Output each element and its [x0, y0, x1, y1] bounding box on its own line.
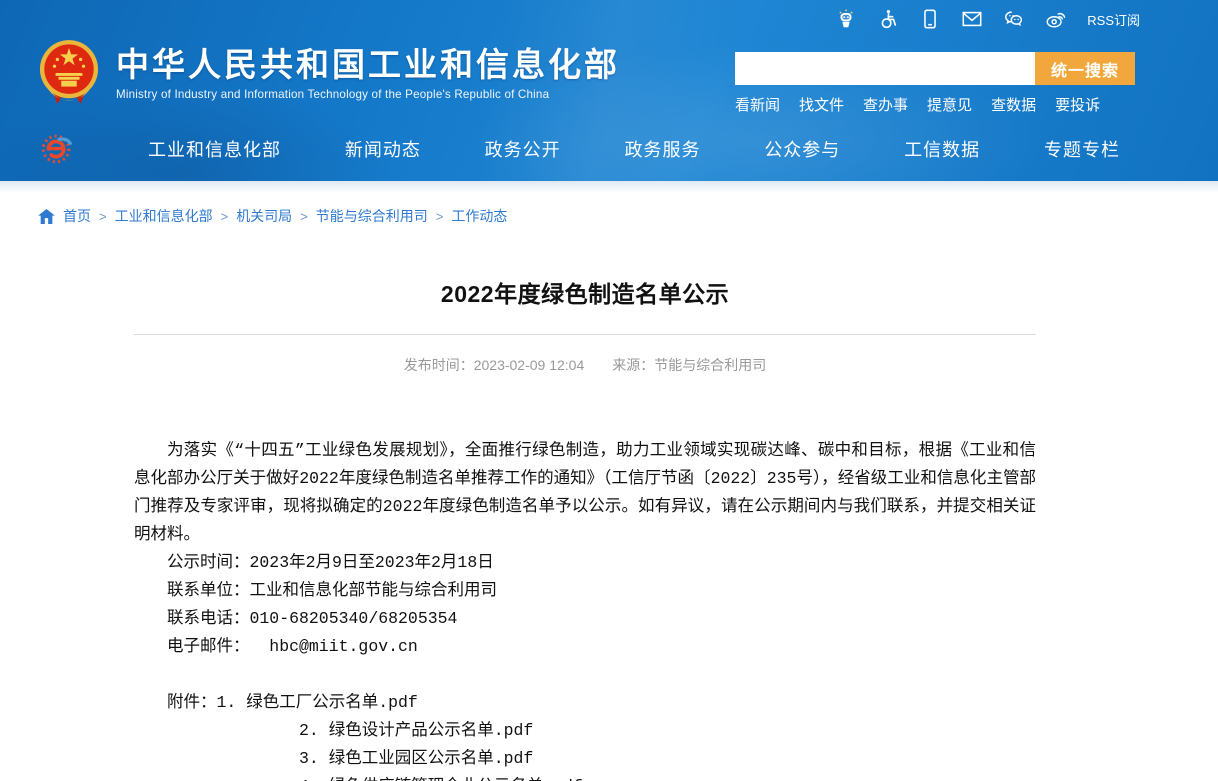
quick-link[interactable]: 要投诉	[1055, 94, 1100, 115]
publish-time-value: 2023-02-09 12:04	[474, 357, 585, 373]
attachment-link[interactable]: 3. 绿色工业园区公示名单.pdf	[299, 745, 1036, 773]
info-line: 公示时间：2023年2月9日至2023年2月18日	[167, 549, 1036, 577]
attachment-link[interactable]: 4. 绿色供应链管理企业公示名单.pdf	[299, 773, 1036, 781]
article: 2022年度绿色制造名单公示 发布时间：2023-02-09 12:04 来源：节…	[134, 275, 1036, 781]
breadcrumb-item[interactable]: 机关司局	[236, 206, 292, 226]
attachment-link[interactable]: 2. 绿色设计产品公示名单.pdf	[299, 717, 1036, 745]
breadcrumb-segment: > 机关司局	[213, 206, 293, 226]
breadcrumb-separator: >	[300, 209, 308, 224]
national-emblem-logo	[38, 38, 100, 108]
info-line: 电子邮件： hbc@miit.gov.cn	[167, 633, 1036, 661]
quick-link[interactable]: 提意见	[927, 94, 972, 115]
quick-link[interactable]: 看新闻	[735, 94, 780, 115]
mail-icon[interactable]	[961, 8, 983, 30]
nav-item[interactable]: 专题专栏	[1044, 136, 1120, 162]
quick-link[interactable]: 查数据	[991, 94, 1036, 115]
breadcrumb-item[interactable]: 节能与综合利用司	[316, 206, 428, 226]
attachment-link[interactable]: 1. 绿色工厂公示名单.pdf	[217, 693, 418, 712]
contact-info: 公示时间：2023年2月9日至2023年2月18日联系单位：工业和信息化部节能与…	[134, 549, 1036, 661]
nav-item[interactable]: 政务服务	[624, 136, 700, 162]
info-line: 联系单位：工业和信息化部节能与综合利用司	[167, 577, 1036, 605]
ai-assistant-icon[interactable]	[835, 8, 857, 30]
nav-item[interactable]: 政务公开	[485, 136, 561, 162]
publish-time-label: 发布时间：	[404, 357, 474, 373]
breadcrumb-trail: > 工业和信息化部 > 机关司局 > 节能与综合利用司 > 工作动态	[91, 206, 507, 226]
nav-item[interactable]: 新闻动态	[345, 136, 421, 162]
attachments: 附件：1. 绿色工厂公示名单.pdf 2. 绿色设计产品公示名单.pdf3. 绿…	[134, 689, 1036, 781]
home-icon	[38, 209, 55, 224]
nav-item[interactable]: 工信数据	[904, 136, 980, 162]
article-meta: 发布时间：2023-02-09 12:04 来源：节能与综合利用司	[134, 355, 1036, 375]
search-area: 统一搜索 看新闻找文件查办事提意见查数据要投诉	[735, 52, 1135, 115]
miit-site-logo-icon	[38, 130, 76, 168]
main-nav: 工业和信息化部 新闻动态 政务公开 政务服务 公众参与 工信数据 专题专栏	[0, 117, 1218, 181]
attachment-row-1: 附件：1. 绿色工厂公示名单.pdf	[167, 689, 1036, 717]
breadcrumb-item[interactable]: 工业和信息化部	[115, 206, 213, 226]
attachment-rows: 2. 绿色设计产品公示名单.pdf3. 绿色工业园区公示名单.pdf4. 绿色供…	[134, 717, 1036, 781]
weibo-icon[interactable]	[1045, 8, 1067, 30]
ministry-subtitle: Ministry of Industry and Information Tec…	[116, 88, 620, 101]
rss-subscribe-link[interactable]: RSS订阅	[1087, 10, 1140, 29]
source-label: 来源：	[612, 357, 654, 373]
article-body: 为落实《“十四五”工业绿色发展规划》，全面推行绿色制造，助力工业领域实现碳达峰、…	[134, 437, 1036, 781]
breadcrumb-segment: > 工业和信息化部	[91, 206, 213, 226]
site-header: RSS订阅 中华人民共和国工业和信息化部 Ministry of Industr…	[0, 0, 1218, 181]
breadcrumb-separator: >	[436, 209, 444, 224]
title-divider	[134, 334, 1036, 335]
breadcrumb-home[interactable]: 首页	[63, 206, 91, 226]
quick-links: 看新闻找文件查办事提意见查数据要投诉	[735, 94, 1135, 115]
article-paragraph: 为落实《“十四五”工业绿色发展规划》，全面推行绿色制造，助力工业领域实现碳达峰、…	[134, 437, 1036, 549]
quick-link[interactable]: 找文件	[799, 94, 844, 115]
search-input[interactable]	[735, 52, 1035, 85]
accessibility-icon[interactable]	[877, 8, 899, 30]
breadcrumb: 首页 > 工业和信息化部 > 机关司局 > 节能与综合利用司 > 工作动态	[38, 206, 1218, 226]
quick-link[interactable]: 查办事	[863, 94, 908, 115]
source-value: 节能与综合利用司	[654, 357, 766, 373]
breadcrumb-segment: > 节能与综合利用司	[292, 206, 428, 226]
topbar: RSS订阅	[835, 8, 1140, 30]
breadcrumb-item[interactable]: 工作动态	[451, 206, 507, 226]
attachments-label: 附件：	[167, 693, 217, 712]
breadcrumb-separator: >	[221, 209, 229, 224]
article-title: 2022年度绿色制造名单公示	[134, 275, 1036, 309]
header-bottom-strip	[0, 181, 1218, 193]
nav-item[interactable]: 工业和信息化部	[148, 136, 281, 162]
wechat-icon[interactable]	[1003, 8, 1025, 30]
nav-item[interactable]: 公众参与	[764, 136, 840, 162]
info-line: 联系电话：010-68205340/68205354	[167, 605, 1036, 633]
ministry-branding: 中华人民共和国工业和信息化部 Ministry of Industry and …	[38, 38, 620, 108]
mobile-icon[interactable]	[919, 8, 941, 30]
nav-items: 工业和信息化部 新闻动态 政务公开 政务服务 公众参与 工信数据 专题专栏	[148, 136, 1120, 162]
breadcrumb-segment: > 工作动态	[428, 206, 508, 226]
breadcrumb-separator: >	[99, 209, 107, 224]
ministry-title: 中华人民共和国工业和信息化部	[116, 45, 620, 85]
unified-search-button[interactable]: 统一搜索	[1035, 52, 1135, 85]
